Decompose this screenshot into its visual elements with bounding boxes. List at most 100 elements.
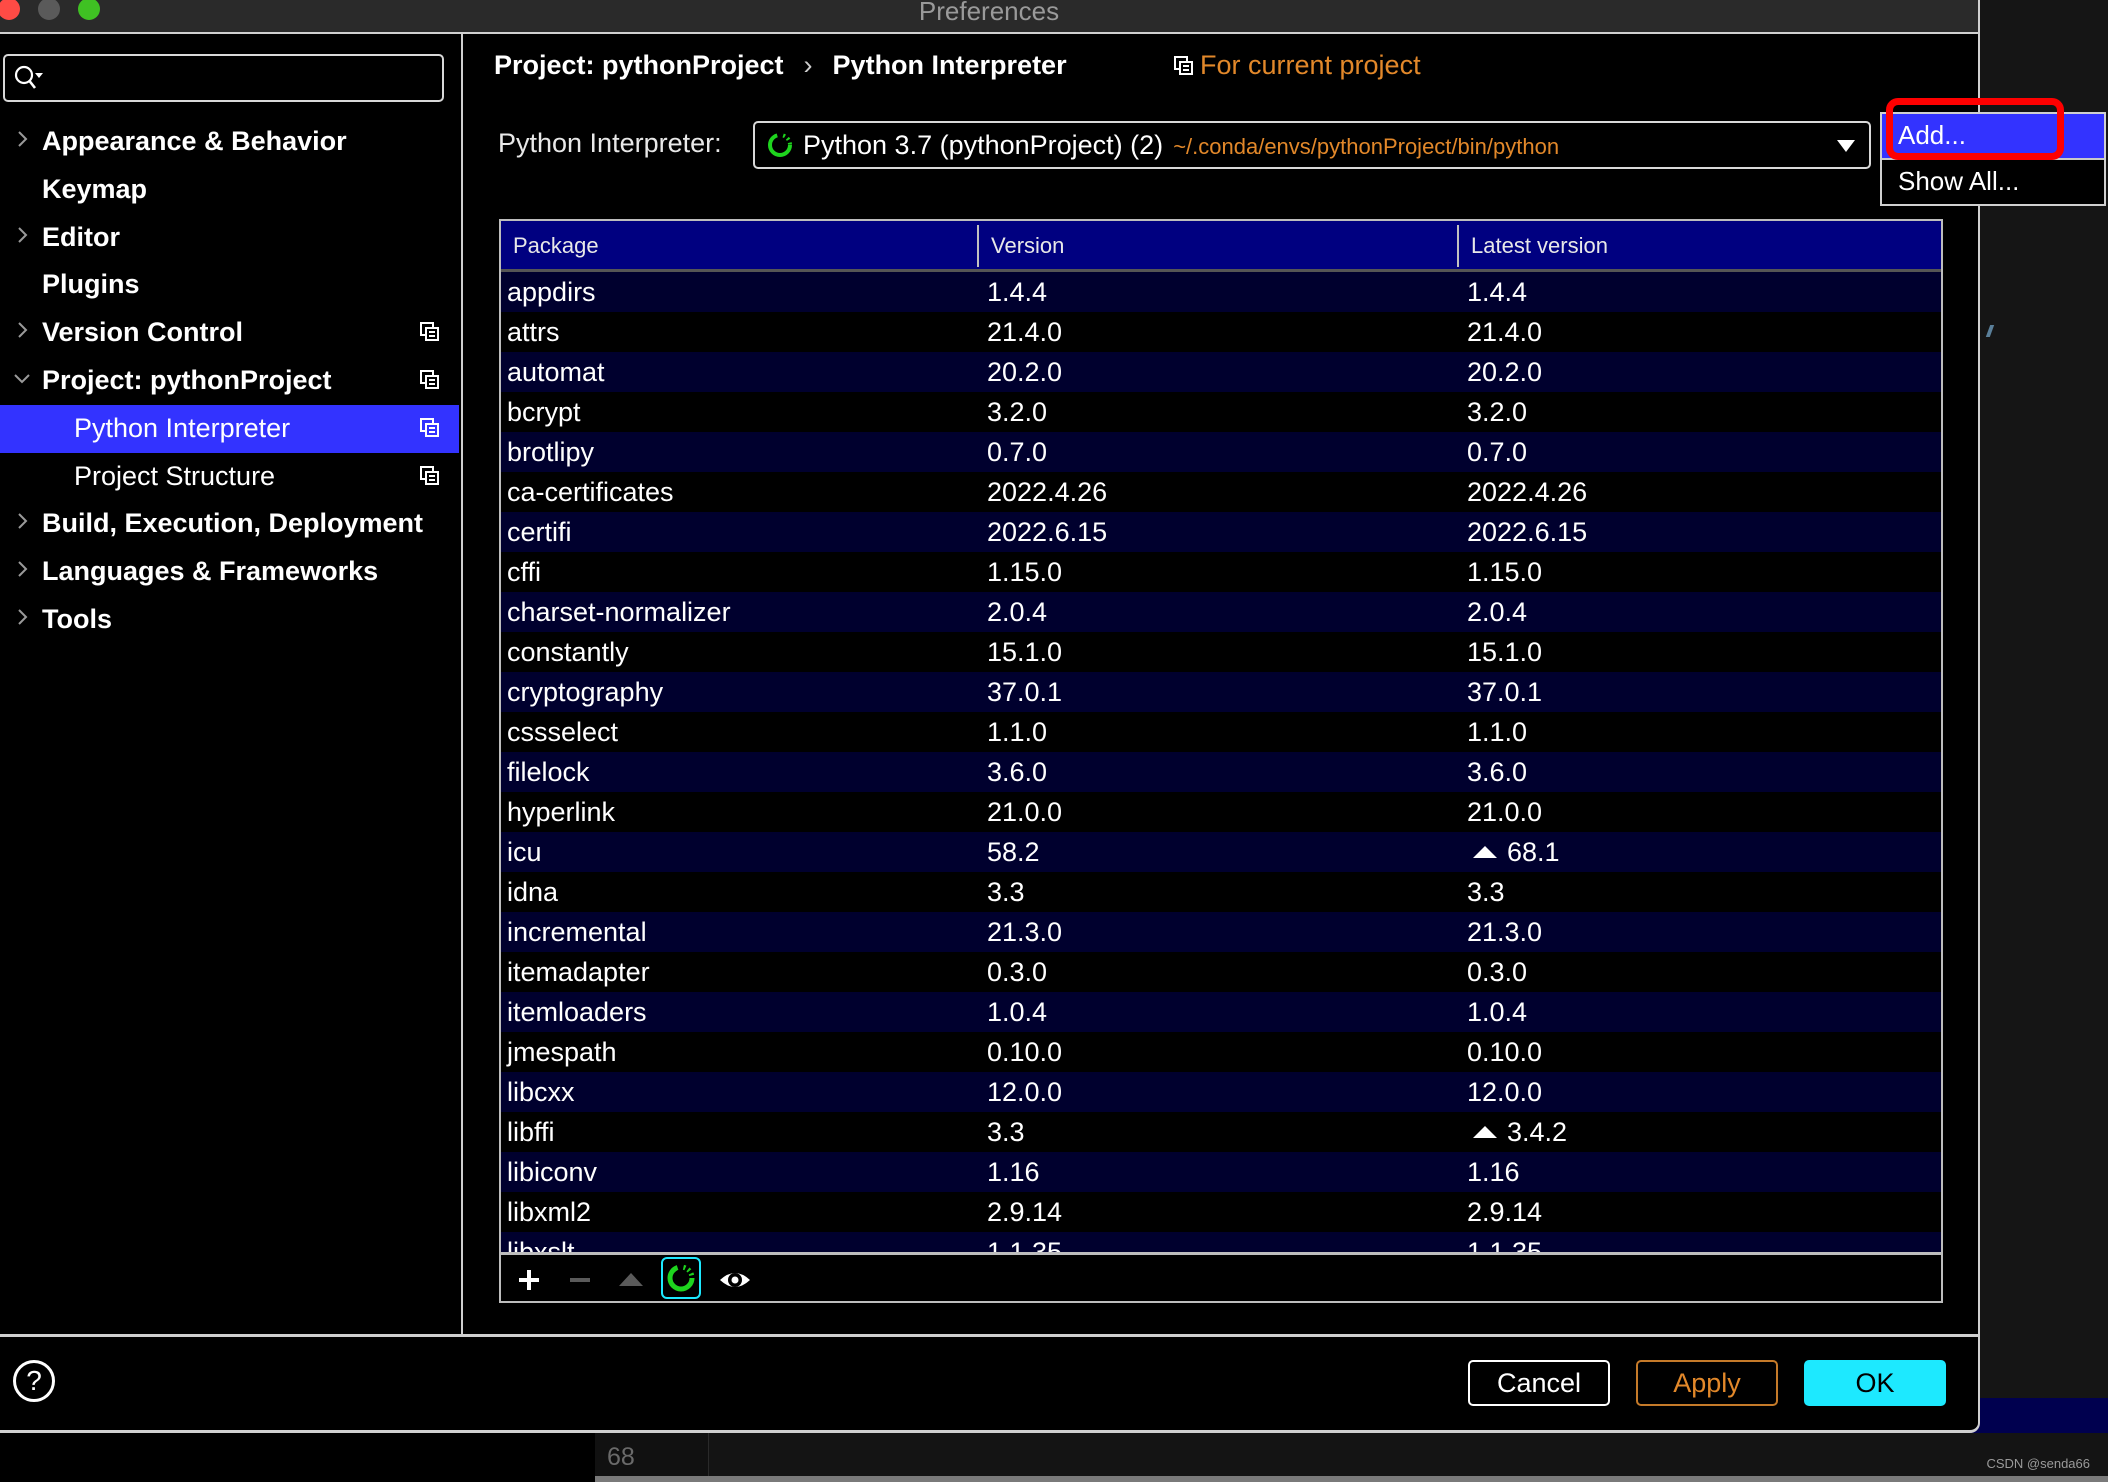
package-version: 0.7.0 [987,437,1047,468]
column-header-version[interactable]: Version [991,233,1064,259]
table-row[interactable]: jmespath 0.10.0 0.10.0 [501,1032,1941,1072]
chevron-right-icon[interactable] [12,320,32,340]
table-row[interactable]: certifi 2022.6.15 2022.6.15 [501,512,1941,552]
package-name: icu [507,837,542,868]
chevron-right-icon[interactable] [12,511,32,531]
table-row[interactable]: cffi 1.15.0 1.15.0 [501,552,1941,592]
table-row[interactable]: libiconv 1.16 1.16 [501,1152,1941,1192]
table-row[interactable]: libffi 3.3 3.4.2 [501,1112,1941,1152]
package-version-text: 1.4.4 [987,277,1048,307]
table-body: appdirs 1.4.4 1.4.4 attrs 21.4.0 21.4.0 automa… [501,272,1941,1252]
sidebar-item-version-control[interactable]: Version Control [0,309,459,357]
chevron-right-icon[interactable] [12,559,32,579]
sidebar-item-languages-frameworks[interactable]: Languages & Frameworks [0,548,459,596]
table-row[interactable]: idna 3.3 3.3 [501,872,1941,912]
table-row[interactable]: attrs 21.4.0 21.4.0 [501,312,1941,352]
project-scope-icon [420,322,439,342]
package-version-text: 0.10.0 [987,1037,1063,1067]
ok-button[interactable]: OK [1804,1360,1946,1406]
table-row[interactable]: brotlipy 0.7.0 0.7.0 [501,432,1941,472]
table-row[interactable]: libxslt 1.1.35 1.1.35 [501,1232,1941,1252]
table-row[interactable]: bcrypt 3.2.0 3.2.0 [501,392,1941,432]
chevron-right-icon[interactable] [12,607,32,627]
package-name: constantly [507,637,629,668]
sidebar-item-appearance-behavior[interactable]: Appearance & Behavior [0,118,459,166]
package-name-text: libcxx [507,1077,575,1107]
sidebar-item-editor[interactable]: Editor [0,214,459,262]
package-version-text: 1.16 [987,1157,1040,1187]
sidebar-item-python-interpreter[interactable]: Python Interpreter [0,404,459,453]
package-version: 1.0.4 [987,997,1047,1028]
package-latest-version-text: 1.1.35 [1467,1237,1543,1252]
package-name-text: itemloaders [507,997,647,1027]
apply-button[interactable]: Apply [1636,1360,1778,1406]
interpreter-select[interactable]: Python 3.7 (pythonProject) (2) ~/.conda/e… [753,121,1871,169]
table-row[interactable]: itemadapter 0.3.0 0.3.0 [501,952,1941,992]
chevron-down-icon[interactable] [12,368,32,388]
add-package-icon[interactable] [509,1260,549,1300]
packages-toolbar [501,1252,1941,1301]
interpreter-path: ~/.conda/envs/pythonProject/bin/python [1173,134,1560,159]
sidebar-item-build-execution-deployment[interactable]: Build, Execution, Deployment [0,500,459,548]
sidebar-item-project-pythonproject[interactable]: Project: pythonProject [0,357,459,405]
chevron-right-icon[interactable] [12,225,32,245]
package-latest-version: 1.0.4 [1467,997,1527,1028]
table-row[interactable]: constantly 15.1.0 15.1.0 [501,632,1941,672]
package-name-text: cssselect [507,717,619,747]
table-row[interactable]: filelock 3.6.0 3.6.0 [501,752,1941,792]
table-row[interactable]: libcxx 12.0.0 12.0.0 [501,1072,1941,1112]
column-header-latest-version[interactable]: Latest version [1471,233,1608,259]
help-button[interactable]: ? [13,1360,55,1402]
sidebar-item-plugins[interactable]: Plugins [0,261,459,309]
column-divider[interactable] [977,225,979,267]
scope-note-text: For current project [1200,50,1421,80]
package-latest-version: 1.1.35 [1467,1237,1542,1252]
package-version: 37.0.1 [987,677,1062,708]
upgrade-package-icon[interactable] [611,1260,651,1300]
sidebar-item-label: Project: pythonProject [42,365,332,395]
package-latest-version: 20.2.0 [1467,357,1542,388]
settings-search-input[interactable] [3,54,444,102]
package-name: cryptography [507,677,663,708]
table-row[interactable]: icu 58.2 68.1 [501,832,1941,872]
table-row[interactable]: automat 20.2.0 20.2.0 [501,352,1941,392]
project-scope-icon [1174,56,1193,75]
package-name: hyperlink [507,797,615,828]
package-name: attrs [507,317,560,348]
table-row[interactable]: cryptography 37.0.1 37.0.1 [501,672,1941,712]
table-header: Package Version Latest version [501,221,1941,272]
dropdown-arrow-icon[interactable] [1837,140,1855,152]
project-scope-icon [420,370,439,389]
chevron-right-icon[interactable] [12,129,32,149]
breadcrumb-parent[interactable]: Project: pythonProject [494,50,784,80]
table-row[interactable]: appdirs 1.4.4 1.4.4 [501,272,1941,312]
sidebar-item-label: Build, Execution, Deployment [42,508,424,539]
package-name: libcxx [507,1077,575,1108]
eye-icon[interactable] [715,1260,755,1300]
package-latest-version: 21.4.0 [1467,317,1542,348]
column-divider[interactable] [1457,225,1459,267]
table-row[interactable]: hyperlink 21.0.0 21.0.0 [501,792,1941,832]
table-row[interactable]: cssselect 1.1.0 1.1.0 [501,712,1941,752]
sidebar-item-project-structure[interactable]: Project Structure [0,453,459,501]
table-row[interactable]: ca-certificates 2022.4.26 2022.4.26 [501,472,1941,512]
package-latest-version: 3.3 [1467,877,1505,908]
menu-item-show-all[interactable]: Show All... [1882,160,2104,204]
upgrade-available-icon [1473,1126,1497,1138]
sidebar-item-keymap[interactable]: Keymap [0,166,459,214]
package-name-text: icu [507,837,542,867]
package-latest-version-text: 1.1.0 [1467,717,1528,747]
table-row[interactable]: incremental 21.3.0 21.3.0 [501,912,1941,952]
horizontal-scrollbar[interactable] [595,1476,2108,1482]
table-row[interactable]: charset-normalizer 2.0.4 2.0.4 [501,592,1941,632]
sidebar-item-tools[interactable]: Tools [0,596,459,644]
table-row[interactable]: libxml2 2.9.14 2.9.14 [501,1192,1941,1232]
cancel-button[interactable]: Cancel [1468,1360,1610,1406]
package-version-text: 15.1.0 [987,637,1063,667]
refresh-button[interactable] [661,1257,701,1299]
remove-package-icon[interactable] [560,1260,600,1300]
table-row[interactable]: itemloaders 1.0.4 1.0.4 [501,992,1941,1032]
column-header-package[interactable]: Package [513,233,599,259]
package-latest-version: 0.3.0 [1467,957,1527,988]
package-name: libiconv [507,1157,597,1188]
